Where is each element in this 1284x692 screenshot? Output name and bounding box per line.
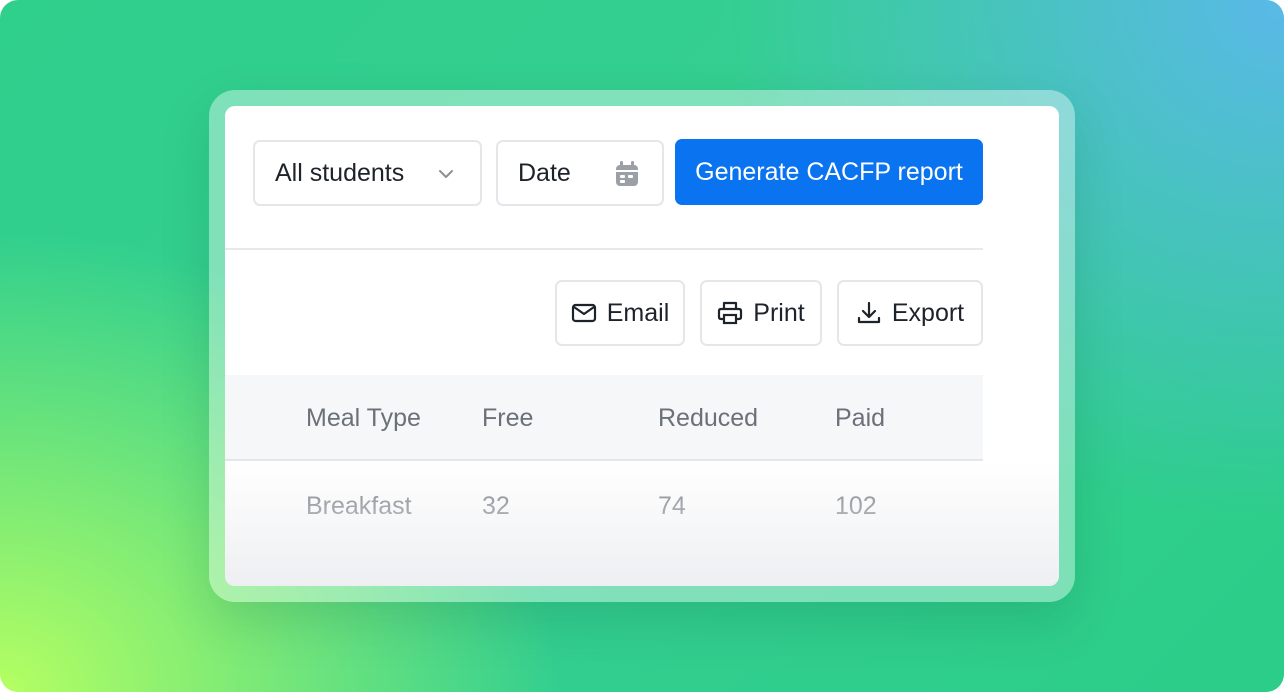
calendar-icon — [616, 161, 638, 186]
table-header: Meal Type Free Reduced Paid — [225, 375, 983, 461]
cell-reduced: 74 — [658, 492, 686, 520]
cell-paid: 102 — [835, 492, 877, 520]
section-divider — [225, 248, 983, 250]
gradient-background: All students Date Generate CACFP report — [0, 0, 1284, 692]
mail-icon — [571, 303, 596, 323]
student-filter-value: All students — [275, 158, 405, 187]
print-button[interactable]: Print — [700, 280, 822, 346]
report-card: All students Date Generate CACFP report — [225, 106, 1059, 586]
column-header-reduced: Reduced — [658, 404, 759, 432]
bottom-fade-overlay — [225, 462, 1059, 586]
printer-icon — [718, 301, 743, 325]
email-button-label: Email — [606, 298, 670, 327]
export-button-label: Export — [891, 298, 965, 327]
cell-free: 32 — [482, 492, 510, 520]
print-button-label: Print — [753, 298, 805, 327]
download-icon — [857, 301, 880, 324]
date-picker-label: Date — [518, 158, 571, 187]
column-header-meal-type: Meal Type — [306, 404, 421, 432]
email-button[interactable]: Email — [555, 280, 685, 346]
column-header-paid: Paid — [835, 404, 886, 432]
chevron-down-icon — [439, 170, 453, 178]
date-picker[interactable]: Date — [496, 140, 664, 206]
student-filter-select[interactable]: All students — [253, 140, 482, 206]
export-button[interactable]: Export — [837, 280, 983, 346]
cell-meal-type: Breakfast — [306, 492, 412, 520]
generate-cacfp-report-button[interactable]: Generate CACFP report — [675, 139, 983, 205]
column-header-free: Free — [482, 404, 534, 432]
